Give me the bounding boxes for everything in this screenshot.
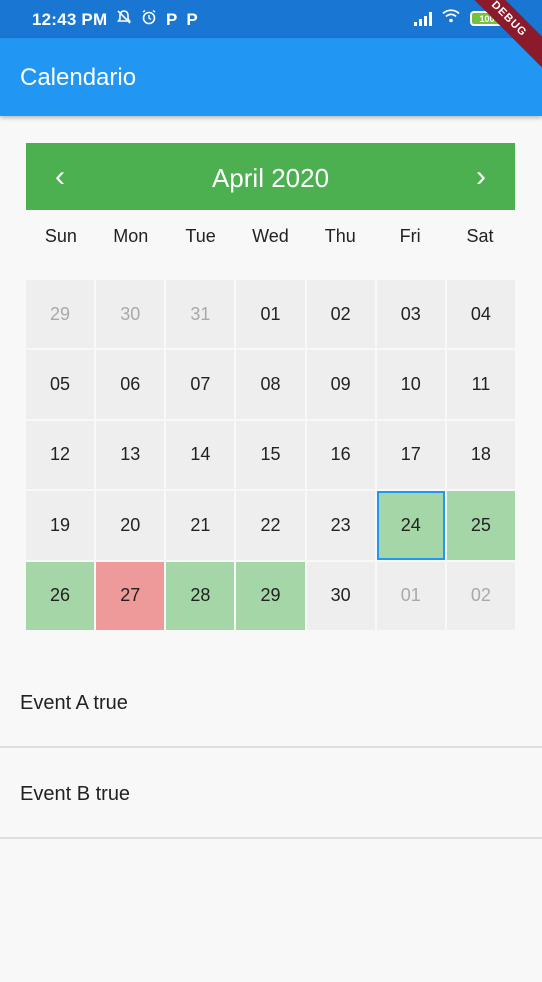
alarm-icon [141,9,157,30]
weekday-label: Wed [252,226,289,246]
day-cell[interactable]: 15 [236,420,305,490]
calendar-grid: 29 30 31 01 02 03 04 05 06 07 08 09 10 11 12 13 14 15 16 17… [26,280,515,630]
day-cell[interactable]: 13 [96,420,165,490]
app-title: Calendario [20,64,137,91]
weekday-row: Sun Mon Tue Wed Thu Fri Sat [26,226,515,247]
weekday-label: Fri [399,226,421,246]
day-cell[interactable]: 22 [236,491,305,560]
day-cell[interactable]: 29 [236,561,305,630]
event-item[interactable]: Event A true [0,658,542,748]
calendar-header: ‹ April 2020 › [26,143,515,210]
wifi-icon [442,9,460,28]
day-cell[interactable]: 18 [446,420,515,490]
day-cell[interactable]: 20 [96,491,165,560]
day-cell[interactable]: 29 [26,280,95,349]
day-cell[interactable]: 10 [376,350,445,419]
day-cell[interactable]: 04 [446,280,515,349]
weekday-label: Sun [44,226,77,246]
p-icon: P [166,9,178,29]
event-label: Event A true [20,692,128,714]
day-cell[interactable]: 06 [96,350,165,419]
weekday-label: Tue [185,226,216,246]
day-cell[interactable]: 12 [26,420,95,490]
status-time: 12:43 PM [32,10,108,29]
app-bar: Calendario [0,38,542,116]
day-cell[interactable]: 26 [26,561,95,630]
day-cell[interactable]: 01 [236,280,305,349]
day-cell[interactable]: 27 [96,561,165,630]
day-cell[interactable]: 05 [26,350,95,419]
status-bar: 12:43 PM P P 100 [0,0,542,38]
weekday-label: Sat [466,226,494,246]
day-cell[interactable]: 21 [166,491,235,560]
day-cell[interactable]: 09 [306,350,375,419]
day-cell[interactable]: 02 [306,280,375,349]
event-label: Event B true [20,783,131,805]
day-cell[interactable]: 08 [236,350,305,419]
day-cell[interactable]: 19 [26,491,95,560]
day-cell[interactable]: 30 [306,561,375,630]
day-cell[interactable]: 17 [376,420,445,490]
chevron-right-icon: › [476,159,486,193]
day-cell[interactable]: 16 [306,420,375,490]
day-cell[interactable]: 23 [306,491,375,560]
day-cell[interactable]: 11 [446,350,515,419]
event-item[interactable]: Event B true [0,749,542,839]
bell-off-icon [116,9,132,30]
p-icon: P [186,9,198,29]
day-cell[interactable]: 28 [166,561,235,630]
day-cell[interactable]: 30 [96,280,165,349]
weekday-label: Thu [324,226,356,246]
signal-icon [414,11,432,26]
status-icons-left: P P [116,9,198,30]
day-cell[interactable]: 31 [166,280,235,349]
day-cell[interactable]: 01 [376,561,445,630]
day-cell-selected[interactable]: 24 [376,491,445,560]
weekday-label: Mon [113,226,149,246]
day-cell[interactable]: 14 [166,420,235,490]
day-cell[interactable]: 07 [166,350,235,419]
day-cell[interactable]: 02 [446,561,515,630]
next-month-button[interactable]: › [451,143,511,210]
day-cell[interactable]: 03 [376,280,445,349]
day-cell[interactable]: 25 [446,491,515,560]
month-title: April 2020 [211,163,330,193]
